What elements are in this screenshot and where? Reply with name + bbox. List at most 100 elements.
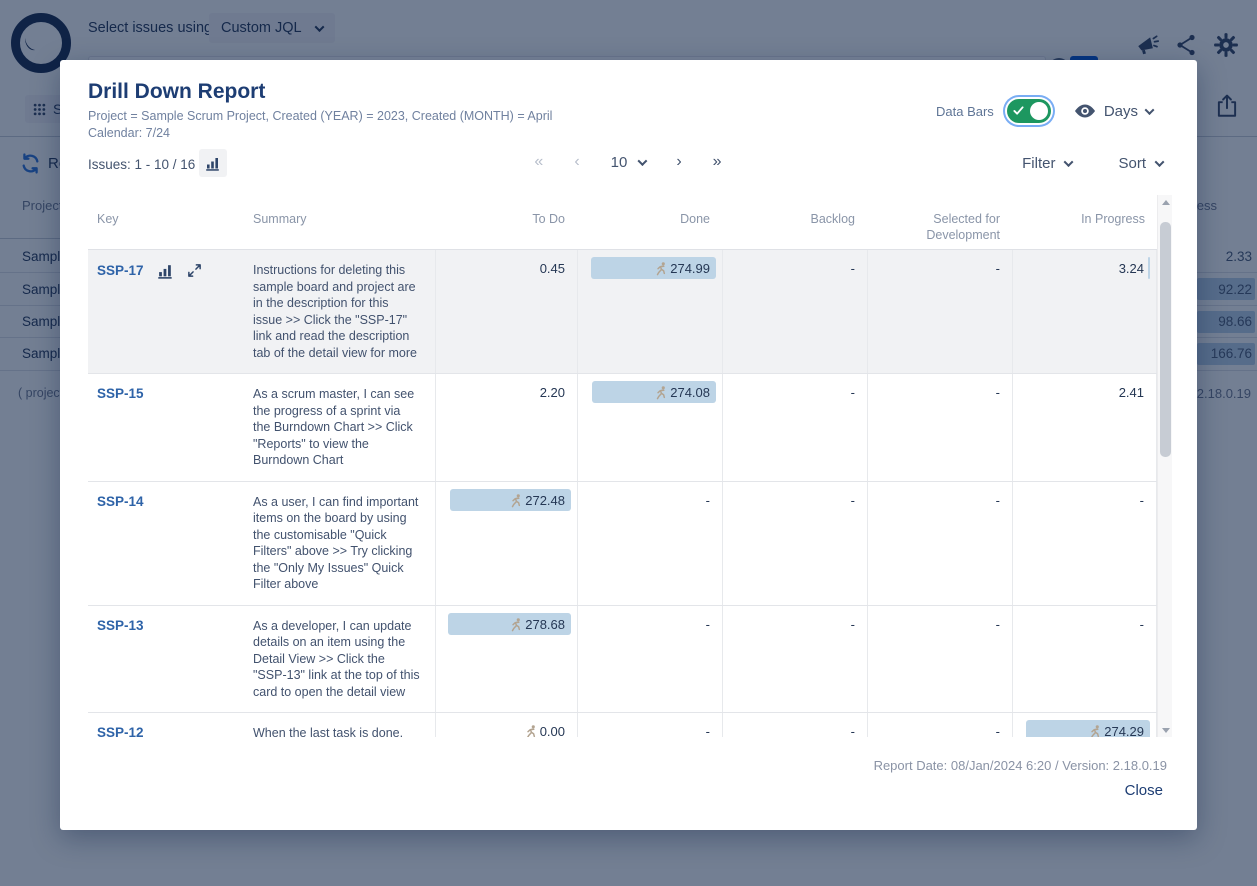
key-cell: SSP-15 <box>88 374 245 481</box>
backlog-cell: - <box>722 374 867 481</box>
chart-view-button[interactable] <box>199 149 227 177</box>
summary-cell: As a developer, I can update details on … <box>245 606 435 713</box>
cell-value-text: - <box>996 617 1000 632</box>
issue-key-link[interactable]: SSP-14 <box>97 494 144 509</box>
row-expand-button[interactable] <box>187 263 202 278</box>
page-prev-button[interactable]: ‹ <box>574 153 580 171</box>
inprogress-cell: 274.29 <box>1012 713 1157 737</box>
bg-value-text: 166.76 <box>1211 346 1257 361</box>
chevron-down-icon <box>1155 157 1165 167</box>
cell-value-text: 2.20 <box>540 385 565 400</box>
cell-value-text: 274.29 <box>1104 724 1144 737</box>
summary-cell: When the last task is done, the story ca… <box>245 713 435 737</box>
cell-value: - <box>851 261 855 276</box>
modal-title: Drill Down Report <box>88 80 265 104</box>
cell-value: 274.08 <box>654 385 710 400</box>
column-header-todo: To Do <box>435 195 577 249</box>
page-size-dropdown[interactable]: 10 <box>611 154 647 171</box>
cell-value-text: - <box>851 617 855 632</box>
todo-cell: 278.68 <box>435 606 577 713</box>
data-bars-toggle[interactable] <box>1007 99 1051 123</box>
cell-value-text: 278.68 <box>525 617 565 632</box>
bg-value-text: 2.33 <box>1226 249 1257 264</box>
filter-dropdown[interactable]: Filter <box>1022 155 1072 172</box>
report-footer: Report Date: 08/Jan/2024 6:20 / Version:… <box>874 758 1167 773</box>
page-last-button[interactable]: » <box>713 153 723 171</box>
key-cell: SSP-14 <box>88 482 245 605</box>
done-cell: - <box>577 482 722 605</box>
chevron-down-icon <box>1145 105 1155 115</box>
cell-value-text: 272.48 <box>525 493 565 508</box>
key-cell: SSP-13 <box>88 606 245 713</box>
drill-down-report-modal: Drill Down Report Project = Sample Scrum… <box>60 60 1197 830</box>
check-icon <box>1013 105 1024 116</box>
cell-value: - <box>706 493 710 508</box>
table-scrollbar[interactable] <box>1157 195 1172 737</box>
toggle-knob <box>1030 102 1048 120</box>
table-header: KeySummaryTo DoDoneBacklogSelected for D… <box>88 195 1157 250</box>
scroll-up-arrow[interactable] <box>1158 195 1173 209</box>
table-row: SSP-13 As a developer, I can update detai… <box>88 606 1157 714</box>
chevron-down-icon <box>638 156 648 166</box>
cell-value-text: - <box>851 724 855 737</box>
issues-count-label: Issues: 1 - 10 / 16 <box>88 157 195 172</box>
cell-value-text: - <box>1140 617 1144 632</box>
unit-label: Days <box>1104 103 1138 120</box>
cell-value: 0.45 <box>540 261 565 276</box>
issues-table: KeySummaryTo DoDoneBacklogSelected for D… <box>88 195 1157 737</box>
row-chart-button[interactable] <box>157 262 174 279</box>
cell-value-text: - <box>706 493 710 508</box>
page-next-button[interactable]: › <box>676 153 682 171</box>
column-header-key: Key <box>88 195 245 249</box>
done-cell: - <box>577 713 722 737</box>
cell-value: 3.24 <box>1119 261 1144 276</box>
issue-key-link[interactable]: SSP-12 <box>97 725 144 737</box>
unit-dropdown[interactable]: Days <box>1074 103 1153 120</box>
scroll-down-arrow[interactable] <box>1158 723 1173 737</box>
scrollbar-thumb[interactable] <box>1160 222 1171 457</box>
cell-value: 2.41 <box>1119 385 1144 400</box>
todo-cell: 272.48 <box>435 482 577 605</box>
done-cell: - <box>577 606 722 713</box>
cell-value-text: - <box>706 617 710 632</box>
cell-value: - <box>851 385 855 400</box>
issue-key-link[interactable]: SSP-17 <box>97 263 144 278</box>
cell-value: - <box>996 617 1000 632</box>
key-cell: SSP-12 <box>88 713 245 737</box>
cell-value-text: 2.41 <box>1119 385 1144 400</box>
cell-value: 274.99 <box>654 261 710 276</box>
done-cell: 274.08 <box>577 374 722 481</box>
page-size-value: 10 <box>611 154 628 171</box>
cell-value: 272.48 <box>509 493 565 508</box>
expand-diagonal-icon <box>187 263 202 278</box>
table-body: SSP-17Instructions for deleting this sam… <box>88 250 1157 737</box>
cell-value: 2.20 <box>540 385 565 400</box>
cell-value: - <box>996 493 1000 508</box>
summary-cell: As a scrum master, I can see the progres… <box>245 374 435 481</box>
backlog-cell: - <box>722 250 867 373</box>
runner-icon <box>509 493 523 508</box>
table-row: SSP-14As a user, I can find important it… <box>88 482 1157 606</box>
column-header-selected: Selected for Development <box>867 195 1012 249</box>
backlog-cell: - <box>722 482 867 605</box>
pagination: « ‹ 10 › » <box>534 153 722 171</box>
cell-value: - <box>1140 617 1144 632</box>
cell-value-text: - <box>851 261 855 276</box>
todo-cell: 0.45 <box>435 250 577 373</box>
close-button[interactable]: Close <box>1125 782 1163 799</box>
issue-key-link[interactable]: SSP-15 <box>97 386 144 401</box>
inprogress-cell: - <box>1012 482 1157 605</box>
column-header-backlog: Backlog <box>722 195 867 249</box>
inprogress-cell: 2.41 <box>1012 374 1157 481</box>
cell-value: 274.29 <box>1088 724 1144 737</box>
sort-label: Sort <box>1118 155 1146 172</box>
issue-key-link[interactable]: SSP-13 <box>97 618 144 633</box>
bar-chart-icon <box>205 155 221 171</box>
cell-value-text: 0.45 <box>540 261 565 276</box>
cell-value-text: - <box>706 724 710 737</box>
page-first-button[interactable]: « <box>534 153 544 171</box>
column-header-summary: Summary <box>245 195 435 249</box>
cell-value: - <box>706 724 710 737</box>
table-row: SSP-12 When the last task is done, the st… <box>88 713 1157 737</box>
sort-dropdown[interactable]: Sort <box>1118 155 1163 172</box>
